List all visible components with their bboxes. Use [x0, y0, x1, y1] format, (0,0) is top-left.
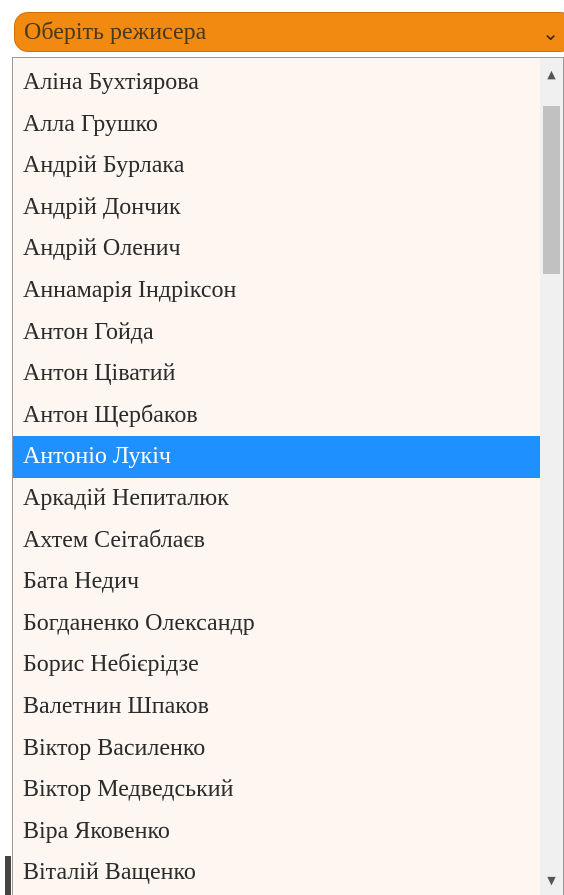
chevron-down-icon[interactable]: ⌄ [542, 14, 559, 52]
list-item[interactable]: Аліна Бухтіярова [13, 62, 541, 104]
list-item[interactable]: Антон Ціватий [13, 353, 541, 395]
list-item[interactable]: Бата Недич [13, 561, 541, 603]
scroll-up-arrow-icon[interactable]: ▲ [540, 64, 563, 86]
scroll-thumb[interactable] [543, 106, 560, 274]
list-item[interactable]: Віктор Медведський [13, 769, 541, 811]
page-edge-divider [5, 856, 11, 895]
list-item[interactable]: Антон Щербаков [13, 395, 541, 437]
list-item[interactable]: Борис Небієрідзе [13, 644, 541, 686]
list-item[interactable]: Віталій Ващенко [13, 852, 541, 894]
scroll-down-arrow-icon[interactable]: ▼ [540, 870, 563, 892]
list-item[interactable]: Аннамарія Індріксон [13, 270, 541, 312]
list-item[interactable]: Антон Гойда [13, 312, 541, 354]
list-item-selected[interactable]: Антоніо Лукіч [13, 436, 541, 478]
list-item[interactable]: Віктор Василенко [13, 728, 541, 770]
list-item[interactable]: Андрій Оленич [13, 228, 541, 270]
select-placeholder: Оберіть режисера [24, 19, 207, 45]
director-dropdown-list[interactable]: Аліна Бухтіярова Алла Грушко Андрій Бурл… [12, 57, 564, 895]
vertical-scrollbar[interactable]: ▲ ▼ [540, 58, 563, 895]
list-item[interactable]: Богданенко Олександр [13, 603, 541, 645]
director-options: Аліна Бухтіярова Алла Грушко Андрій Бурл… [13, 62, 541, 894]
list-item[interactable]: Андрій Дончик [13, 187, 541, 229]
list-item[interactable]: Алла Грушко [13, 104, 541, 146]
director-select[interactable]: Оберіть режисера ⌄ [14, 12, 564, 52]
list-item[interactable]: Андрій Бурлака [13, 145, 541, 187]
list-item[interactable]: Валетнин Шпаков [13, 686, 541, 728]
list-item[interactable]: Аркадій Непиталюк [13, 478, 541, 520]
list-item[interactable]: Віра Яковенко [13, 811, 541, 853]
list-item[interactable]: Ахтем Сеітаблаєв [13, 520, 541, 562]
